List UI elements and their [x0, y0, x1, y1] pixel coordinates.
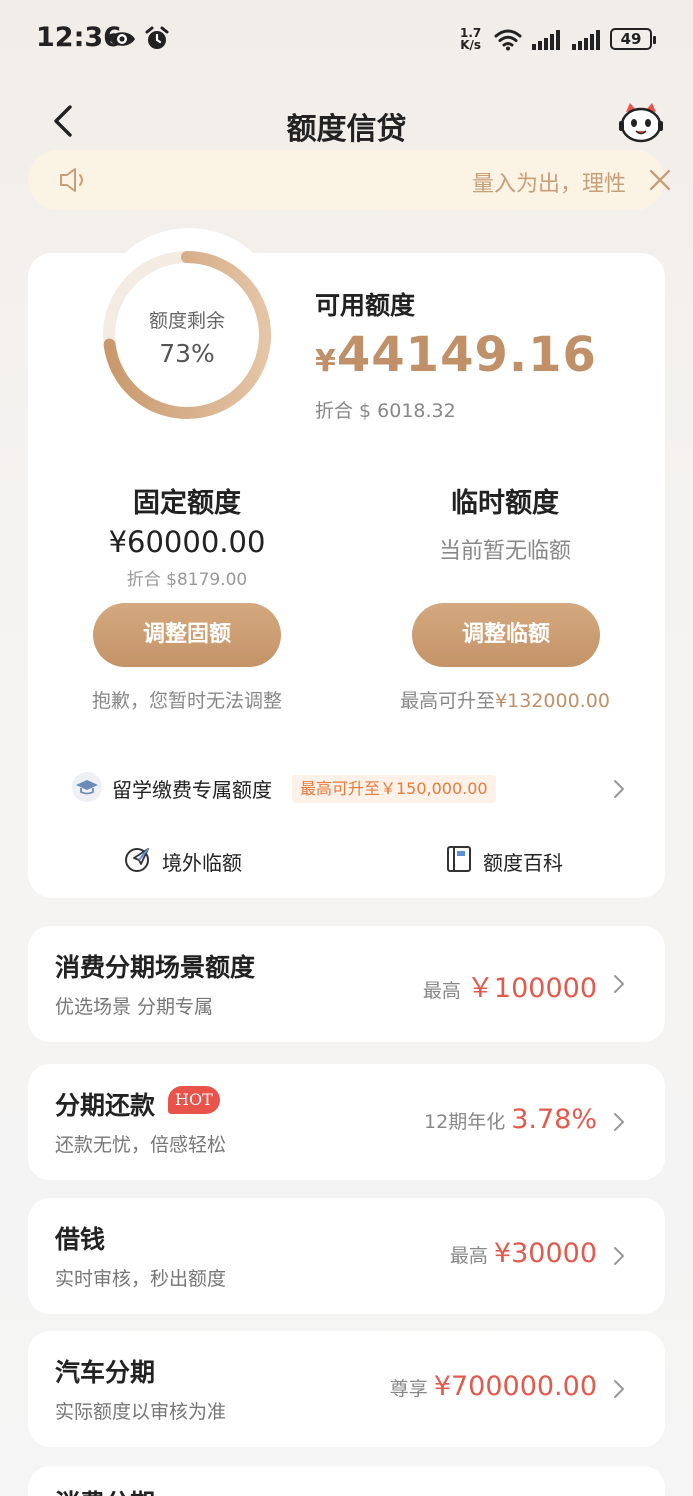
product-subtitle: 实时审核，秒出额度 — [55, 1268, 227, 1290]
temp-credit-section: 临时额度 当前暂无临额 — [346, 481, 664, 593]
page-title: 额度信贷 — [286, 112, 407, 147]
graduation-cap-icon — [72, 772, 102, 802]
credit-wiki-label: 额度百科 — [483, 851, 563, 875]
product-title: 消费分期 — [55, 1484, 155, 1496]
speaker-icon — [60, 168, 83, 192]
chevron-right-icon — [614, 975, 624, 993]
eye-comfort-icon — [109, 32, 135, 46]
battery-indicator: 49 — [610, 28, 656, 50]
consumer-installment-card[interactable]: 消费分期 — [28, 1466, 665, 1496]
available-amount: ¥44149.16 — [315, 327, 597, 383]
product-title: 分期还款 — [55, 1091, 156, 1120]
study-abroad-label: 留学缴费专属额度 — [112, 778, 272, 802]
product-title: 消费分期场景额度 — [55, 953, 256, 982]
product-value-group: 12期年化 3.78% — [424, 1104, 597, 1135]
fixed-credit-title: 固定额度 — [133, 488, 241, 519]
credit-card: 额度剩余 73% 可用额度 ¥44149.16 折合 $ 6018.32 固定额… — [28, 228, 665, 898]
product-title: 借钱 — [55, 1225, 106, 1254]
notice-text: 量入为出，理性消费 — [472, 172, 627, 196]
ring-label: 额度剩余 — [148, 310, 225, 332]
product-prefix: 12期年化 — [424, 1111, 506, 1133]
temp-credit-title: 临时额度 — [451, 488, 559, 519]
consumer-installment-scene-card[interactable]: 消费分期场景额度 优选场景 分期专属 最高 ￥100000 — [28, 926, 665, 1042]
product-value: ¥30000 — [493, 1238, 597, 1269]
close-icon[interactable] — [648, 168, 672, 192]
study-abroad-credit-row[interactable]: 留学缴费专属额度 最高可升至￥150,000.00 — [72, 770, 632, 806]
hot-badge: HOT — [168, 1086, 220, 1114]
temp-note-prefix: 最高可升至 — [400, 690, 496, 712]
signal-icon-2 — [572, 30, 600, 50]
car-installment-card[interactable]: 汽车分期 实际额度以审核为准 尊享 ¥700000.00 — [28, 1331, 665, 1447]
plane-globe-icon — [125, 848, 149, 872]
book-icon — [447, 846, 471, 872]
temp-credit-status: 当前暂无临额 — [438, 539, 571, 564]
available-label: 可用额度 — [315, 291, 416, 320]
fixed-adjust-note: 抱歉，您暂时无法调整 — [91, 690, 282, 712]
credit-wiki-link[interactable]: 额度百科 — [445, 845, 605, 877]
mascot-service-icon[interactable] — [618, 100, 664, 144]
fixed-credit-section: 固定额度 ¥60000.00 折合 $8179.00 — [28, 481, 346, 590]
product-value: 3.78% — [511, 1104, 597, 1135]
product-value: ￥100000 — [466, 973, 597, 1004]
available-usd: 折合 $ 6018.32 — [315, 400, 456, 422]
product-subtitle: 还款无忧，倍感轻松 — [55, 1134, 227, 1156]
notice-bar: 量入为出，理性消费 — [28, 150, 671, 210]
temp-adjust-note: 最高可升至¥132000.00 — [346, 686, 664, 713]
installment-repayment-card[interactable]: 分期还款 HOT 还款无忧，倍感轻松 12期年化 3.78% — [28, 1064, 665, 1180]
signal-icon — [532, 30, 560, 50]
available-currency: ¥ — [315, 344, 337, 379]
product-value-group: 最高 ¥30000 — [450, 1238, 597, 1269]
chevron-right-icon — [614, 780, 624, 798]
available-amount-value: 44149.16 — [336, 327, 597, 383]
product-prefix: 最高 — [422, 980, 461, 1002]
network-speed: 1.7 K/s — [460, 27, 481, 51]
ring-value: 73% — [159, 339, 215, 368]
chevron-right-icon — [614, 1247, 624, 1265]
borrow-money-card[interactable]: 借钱 实时审核，秒出额度 最高 ¥30000 — [28, 1198, 665, 1314]
product-title: 汽车分期 — [55, 1358, 156, 1387]
study-abroad-badge: 最高可升至￥150,000.00 — [292, 775, 496, 803]
overseas-temp-credit-link[interactable]: 境外临额 — [124, 845, 284, 877]
alarm-icon — [145, 26, 169, 49]
product-subtitle: 实际额度以审核为准 — [55, 1401, 227, 1423]
fixed-credit-usd: 折合 $8179.00 — [126, 570, 248, 590]
wifi-icon — [494, 29, 522, 51]
header: 额度信贷 — [0, 90, 693, 154]
status-bar: 12:36 1.7 K/s 49 — [0, 0, 693, 80]
product-prefix: 最高 — [449, 1245, 488, 1267]
adjust-temp-button[interactable]: 调整临额 — [412, 603, 600, 667]
product-prefix: 尊享 — [389, 1378, 428, 1400]
overseas-temp-credit-label: 境外临额 — [162, 851, 242, 875]
net-speed-unit: K/s — [460, 38, 482, 52]
remaining-ring — [103, 251, 271, 419]
product-subtitle: 优选场景 分期专属 — [55, 996, 214, 1018]
chevron-right-icon — [614, 1113, 624, 1131]
chevron-right-icon — [614, 1380, 624, 1398]
fixed-credit-amount: ¥60000.00 — [108, 525, 266, 559]
product-value-group: 尊享 ¥700000.00 — [390, 1371, 597, 1402]
temp-note-value: ¥132000.00 — [495, 690, 610, 712]
product-value-group: 最高 ￥100000 — [423, 966, 597, 1005]
product-value: ¥700000.00 — [433, 1371, 597, 1402]
adjust-fixed-button[interactable]: 调整固额 — [93, 603, 281, 667]
